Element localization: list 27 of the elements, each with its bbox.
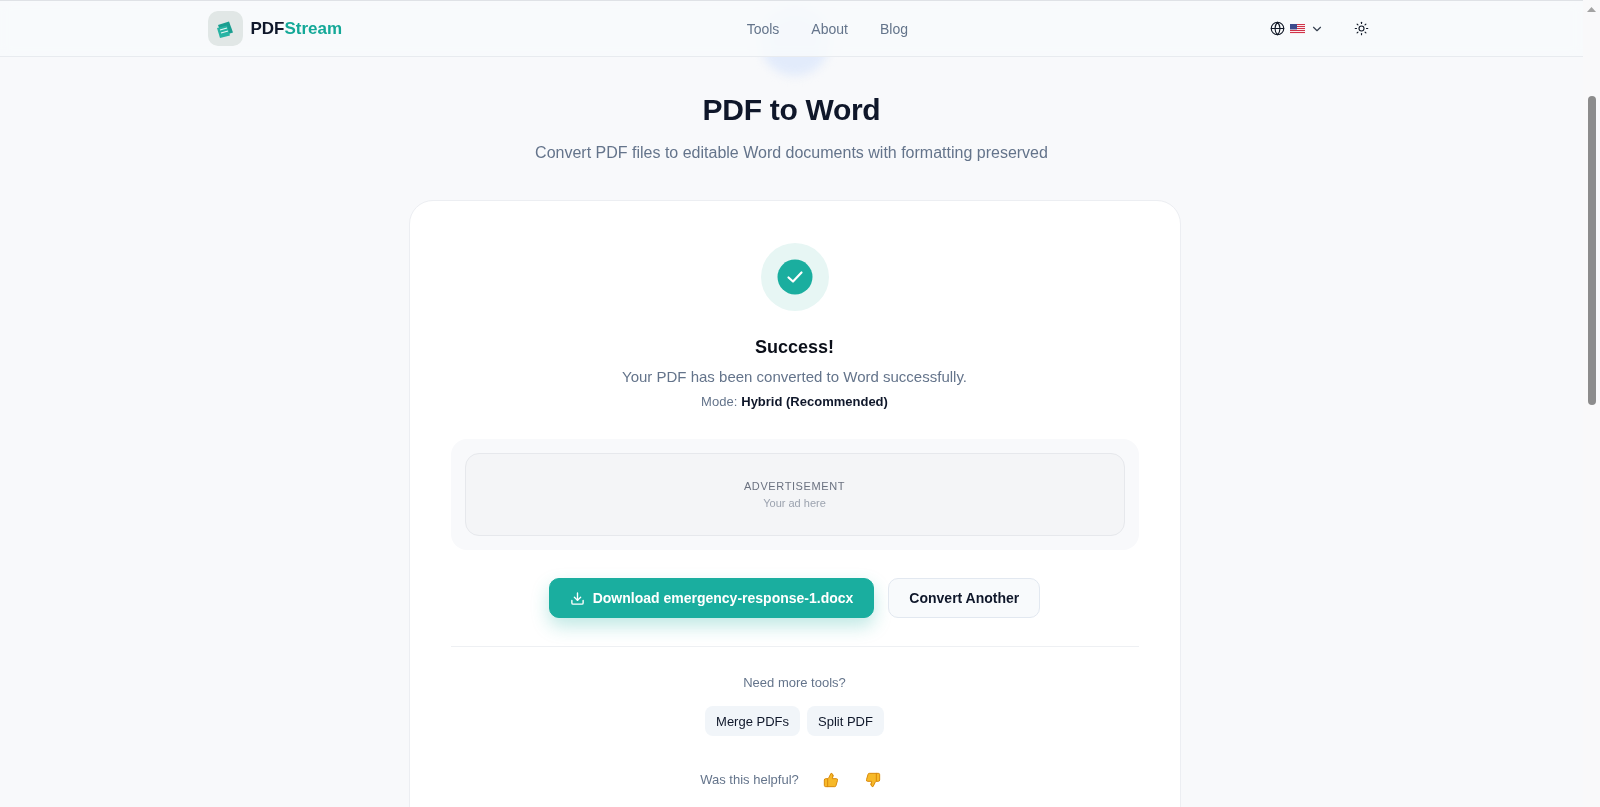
download-icon <box>569 590 585 606</box>
more-tools-heading: Need more tools? <box>743 674 846 692</box>
ad-label: ADVERTISEMENT <box>743 479 846 493</box>
nav-link[interactable]: About <box>811 18 848 39</box>
check-circle-icon <box>760 243 829 311</box>
success-heading: Success! <box>754 336 835 359</box>
mode-value: Hybrid (Recommended) <box>741 393 888 411</box>
page-title: PDF to Word <box>702 92 881 128</box>
nav-link[interactable]: Blog <box>879 18 908 39</box>
success-message: Your PDF has been converted to Word successfully. <box>622 367 967 387</box>
mode-label: Mode: <box>701 393 738 411</box>
feedback-question: Was this helpful? <box>700 771 799 789</box>
sun-icon <box>1354 21 1370 36</box>
nav-link[interactable]: Tools <box>746 18 780 39</box>
ad-note: Your ad here <box>763 496 826 510</box>
thumbs-up-icon <box>822 772 839 788</box>
tool-link[interactable]: Merge PDFs <box>705 706 801 736</box>
flag-icon <box>1290 23 1306 34</box>
scrollbar-thumb[interactable] <box>1587 96 1596 405</box>
page-subtitle: Convert PDF files to editable Word documents with formatting preserved <box>535 143 1048 163</box>
convert-another-button[interactable]: Convert Another <box>888 578 1041 618</box>
logo-icon[interactable] <box>207 11 243 46</box>
tool-link[interactable]: Split PDF <box>807 706 884 736</box>
globe-icon <box>1270 21 1286 36</box>
scroll-up-icon[interactable] <box>1587 7 1596 12</box>
brand-name[interactable]: PDFStream <box>250 17 343 40</box>
thumbs-down-icon <box>864 772 881 788</box>
